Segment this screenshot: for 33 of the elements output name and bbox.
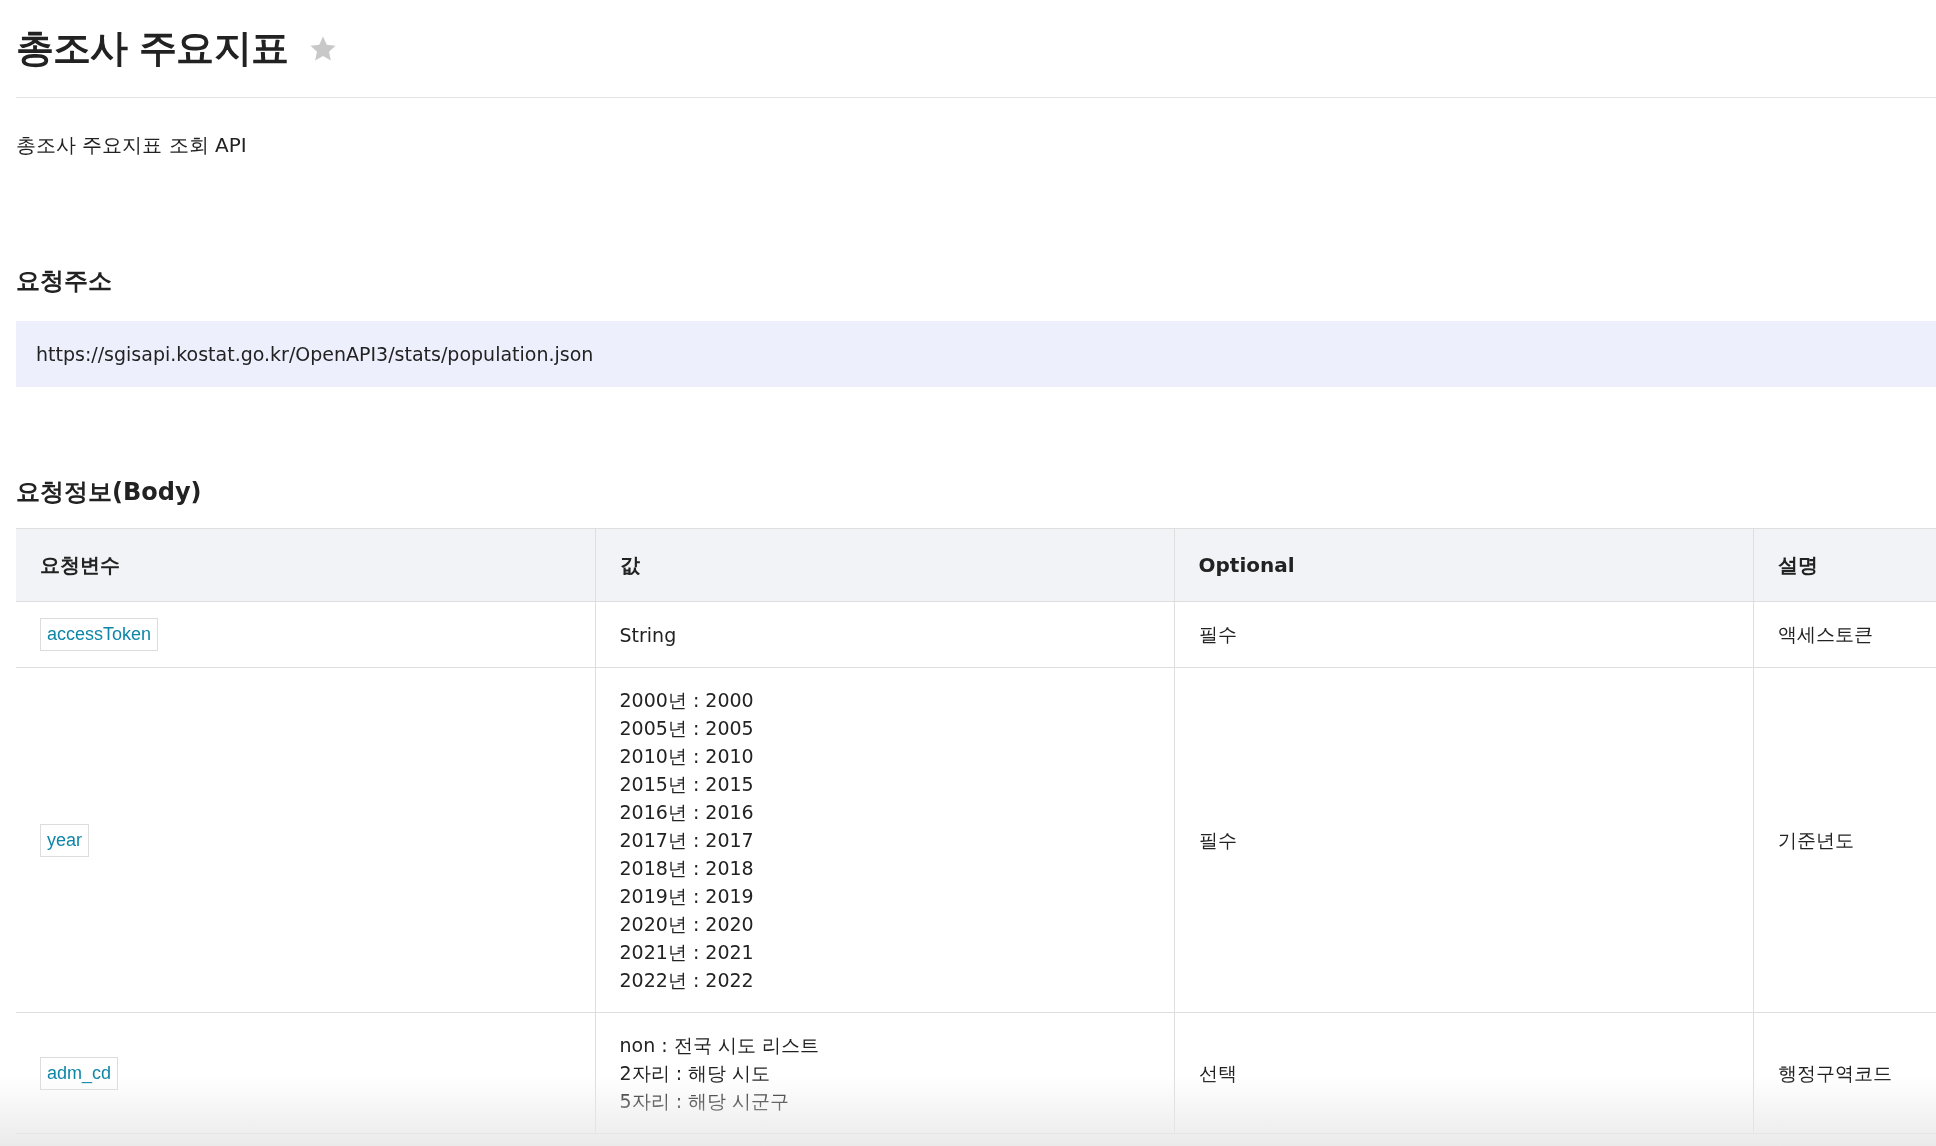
value-line: 5자리 : 해당 시군구: [619, 1089, 791, 1114]
value-line: 2022년 : 2022: [619, 968, 755, 993]
table-cell: 필수: [1174, 667, 1753, 1013]
value-line: String: [619, 622, 678, 648]
parameter-tag: accessToken: [40, 618, 159, 651]
page-title: 총조사 주요지표: [16, 25, 288, 72]
page-description: 총조사 주요지표 조회 API: [16, 132, 248, 159]
parameter-tag: adm_cd: [40, 1056, 119, 1090]
table-cell: 기준년도: [1753, 667, 1936, 1013]
value-line: 2021년 : 2021: [619, 940, 755, 965]
parameter-tag: year: [40, 823, 89, 857]
value-line: 2015년 : 2015: [619, 772, 755, 797]
value-line: 2010년 : 2010: [619, 744, 755, 769]
value-line: 2자리 : 해당 시도: [619, 1061, 772, 1086]
table-cell: 액세스토큰: [1753, 601, 1936, 668]
value-line: 2000년 : 2000: [619, 688, 755, 713]
column-header: 설명: [1753, 528, 1936, 602]
table-cell: 행정구역코드: [1753, 1012, 1936, 1134]
value-line: 2017년 : 2017: [619, 828, 755, 853]
column-header: 요청변수: [16, 528, 595, 602]
value-line: non : 전국 시도 리스트: [619, 1033, 820, 1058]
table-cell: 필수: [1174, 601, 1753, 668]
column-header: Optional: [1174, 528, 1753, 602]
value-line: 2005년 : 2005: [619, 716, 755, 741]
section-heading: 요청정보(Body): [16, 477, 203, 508]
value-line: 2020년 : 2020: [619, 912, 755, 937]
column-header: 값: [595, 528, 1174, 602]
table-cell: 선택: [1174, 1012, 1753, 1134]
value-line: 2016년 : 2016: [619, 800, 755, 825]
value-line: 2019년 : 2019: [619, 884, 755, 909]
section-heading: 요청주소: [16, 266, 113, 297]
value-line: 2018년 : 2018: [619, 856, 755, 881]
request-url: https://sgisapi.kostat.go.kr/OpenAPI3/stats/population.json: [36, 341, 594, 367]
